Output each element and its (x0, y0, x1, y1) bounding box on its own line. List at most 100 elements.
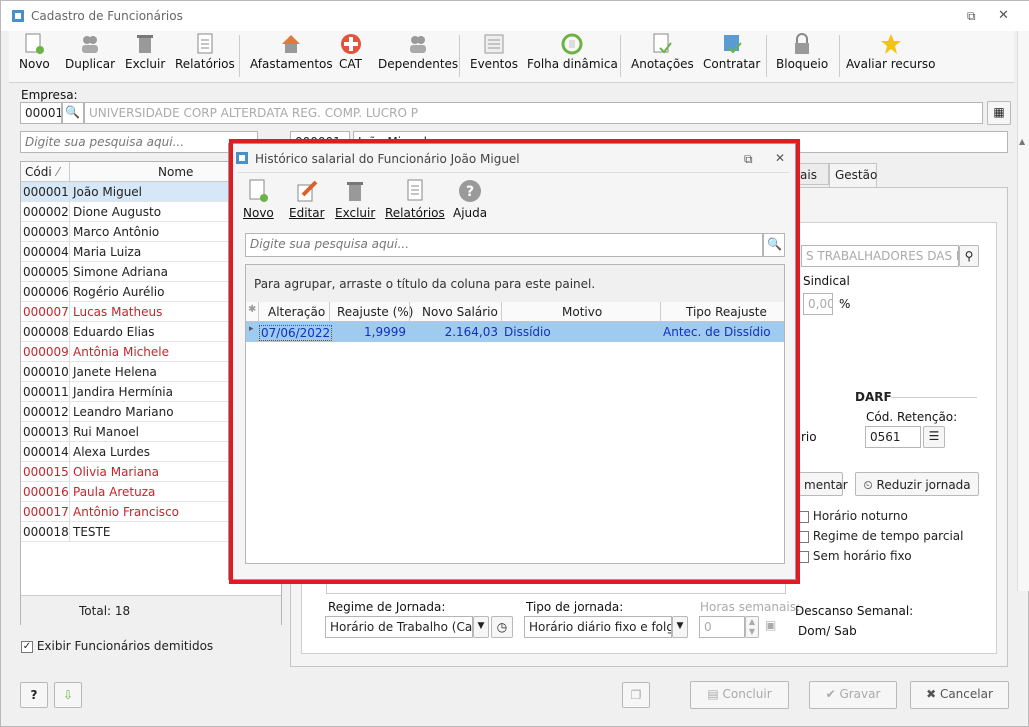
cell-code[interactable]: 000014 (23, 445, 69, 459)
complementar-button[interactable]: mentar (797, 472, 848, 496)
reduzir-jornada-button[interactable]: ⏲ Reduzir jornada (855, 472, 979, 496)
empresa-name-field: UNIVERSIDADE CORP ALTERDATA REG. COMP. L… (84, 102, 983, 124)
report-icon (197, 33, 213, 54)
spinner-icon: ▲ ▼ (745, 616, 759, 638)
eventos-button[interactable]: Eventos (470, 33, 518, 71)
cell-code[interactable]: 000007 (23, 305, 69, 319)
title-bar: Cadastro de Funcionários ⧉ ✕ (1, 1, 1029, 31)
house-arrow-icon (282, 35, 301, 53)
list-lookup-icon[interactable]: ☰ (923, 426, 945, 448)
close-icon[interactable]: ✕ (998, 8, 1009, 23)
cell-code[interactable]: 000004 (23, 245, 69, 259)
window-title: Cadastro de Funcionários (31, 9, 183, 23)
horas-semanais-field: 0 (699, 616, 745, 638)
tab-gestao[interactable]: Gestão (829, 163, 877, 187)
horas-semanais-label: Horas semanais: (700, 600, 800, 614)
cell-code[interactable]: 000005 (23, 265, 69, 279)
anotacoes-button[interactable]: Anotações (631, 33, 694, 71)
horario-noturno-checkbox[interactable]: Horário noturno (797, 509, 908, 523)
descanso-label: Descanso Semanal: (795, 604, 914, 618)
cancel-x-icon: ✖ (926, 687, 940, 701)
tipo-jornada-label: Tipo de jornada: (526, 600, 624, 614)
calendar-icon[interactable]: ▦ (987, 101, 1011, 125)
empresa-code-field[interactable]: 00001 (20, 102, 62, 124)
cell-name[interactable]: Eduardo Elias (73, 325, 155, 339)
duplicar-button[interactable]: Duplicar (65, 33, 115, 71)
print-icon: ▤ (707, 687, 723, 701)
sem-horario-checkbox[interactable]: Sem horário fixo (797, 549, 912, 563)
contratar-button[interactable]: Contratar (703, 33, 760, 71)
novo-button[interactable]: Novo (19, 33, 50, 71)
chevron-down-icon[interactable]: ▼ (473, 616, 489, 638)
avaliar-recurso-button[interactable]: Avaliar recurso (846, 33, 936, 71)
bloqueio-button[interactable]: Bloqueio (776, 33, 828, 71)
users-icon (410, 36, 427, 53)
tipo-jornada-select[interactable]: Horário diário fixo e folga f (524, 616, 672, 638)
col-name[interactable]: Nome (158, 165, 193, 179)
cell-name[interactable]: João Miguel (73, 185, 142, 199)
sindicato-lookup-icon[interactable]: ⚲ (959, 245, 979, 267)
search-icon[interactable]: 🔍 (62, 102, 84, 124)
regime-parcial-checkbox[interactable]: Regime de tempo parcial (797, 529, 963, 543)
relatorios-button[interactable]: Relatórios (175, 33, 235, 71)
cell-code[interactable]: 000010 (23, 365, 69, 379)
cell-name[interactable]: Simone Adriana (73, 265, 168, 279)
cell-code[interactable]: 000003 (23, 225, 69, 239)
cell-name[interactable]: Paula Aretuza (73, 485, 155, 499)
restore-icon[interactable]: ⧉ (967, 9, 976, 24)
search-input[interactable]: Digite sua pesquisa aqui... (20, 131, 258, 153)
cell-code[interactable]: 000016 (23, 485, 69, 499)
cell-code[interactable]: 000008 (23, 325, 69, 339)
cell-name[interactable]: Leandro Mariano (73, 405, 174, 419)
cod-retencao-field[interactable]: 0561 (865, 426, 921, 448)
cell-name[interactable]: TESTE (73, 525, 110, 539)
scroll-up-icon[interactable]: ▲ (1019, 137, 1025, 146)
cell-name[interactable]: Rogério Aurélio (73, 285, 164, 299)
cell-name[interactable]: Antônia Michele (73, 345, 169, 359)
excluir-button[interactable]: Excluir (125, 33, 165, 71)
new-doc-icon (25, 33, 45, 54)
regime-jornada-select[interactable]: Horário de Trabalho (Cap. (325, 616, 473, 638)
folha-dinamica-button[interactable]: Folha dinâmica (527, 33, 618, 71)
sort-icon: ⁄ (57, 165, 60, 179)
cell-code[interactable]: 000015 (23, 465, 69, 479)
cell-code[interactable]: 000002 (23, 205, 69, 219)
cell-name[interactable]: Antônio Francisco (73, 505, 179, 519)
star-icon (880, 34, 901, 54)
col-code[interactable]: Códi (25, 165, 52, 179)
total-label: Total: 18 (79, 604, 131, 618)
afastamentos-button[interactable]: Afastamentos (250, 33, 333, 71)
chevron-down-icon[interactable]: ▼ (672, 616, 688, 638)
cell-code[interactable]: 000013 (23, 425, 69, 439)
dependentes-button[interactable]: Dependentes (378, 33, 458, 71)
check-icon: ✔ (825, 687, 840, 701)
cell-name[interactable]: Dione Augusto (73, 205, 161, 219)
cell-name[interactable]: Jandira Hermínia (73, 385, 173, 399)
help-icon[interactable]: ? (20, 682, 48, 708)
cell-code[interactable]: 000012 (23, 405, 69, 419)
schedule-icon[interactable]: ◷ (491, 616, 513, 638)
rio-label: rio (801, 430, 817, 444)
cell-name[interactable]: Marco Antônio (73, 225, 159, 239)
darf-label: DARF (855, 390, 892, 404)
cell-code[interactable]: 000011 (23, 385, 69, 399)
cell-name[interactable]: Janete Helena (73, 365, 157, 379)
cell-code[interactable]: 000001 (23, 185, 69, 199)
cell-code[interactable]: 000017 (23, 505, 69, 519)
cell-code[interactable]: 000018 (23, 525, 69, 539)
cell-name[interactable]: Maria Luiza (73, 245, 141, 259)
cell-code[interactable]: 000009 (23, 345, 69, 359)
cell-name[interactable]: Lucas Matheus (73, 305, 162, 319)
exibir-demitidos-checkbox[interactable]: ✓ Exibir Funcionários demitidos (21, 639, 213, 653)
import-icon[interactable]: ⇩ (54, 682, 82, 708)
add-hours-icon: ▣ (765, 618, 777, 632)
scrollbar[interactable]: ▲ (1017, 31, 1029, 591)
cancelar-button[interactable]: ✖ Cancelar (910, 681, 1009, 709)
cell-name[interactable]: Alexa Lurdes (73, 445, 150, 459)
cell-name[interactable]: Rui Manoel (73, 425, 139, 439)
cell-name[interactable]: Olivia Mariana (73, 465, 159, 479)
cat-button[interactable]: CAT (339, 33, 362, 71)
contract-icon (723, 35, 742, 54)
sindical-field: 0,00 (803, 293, 833, 315)
cell-code[interactable]: 000006 (23, 285, 69, 299)
